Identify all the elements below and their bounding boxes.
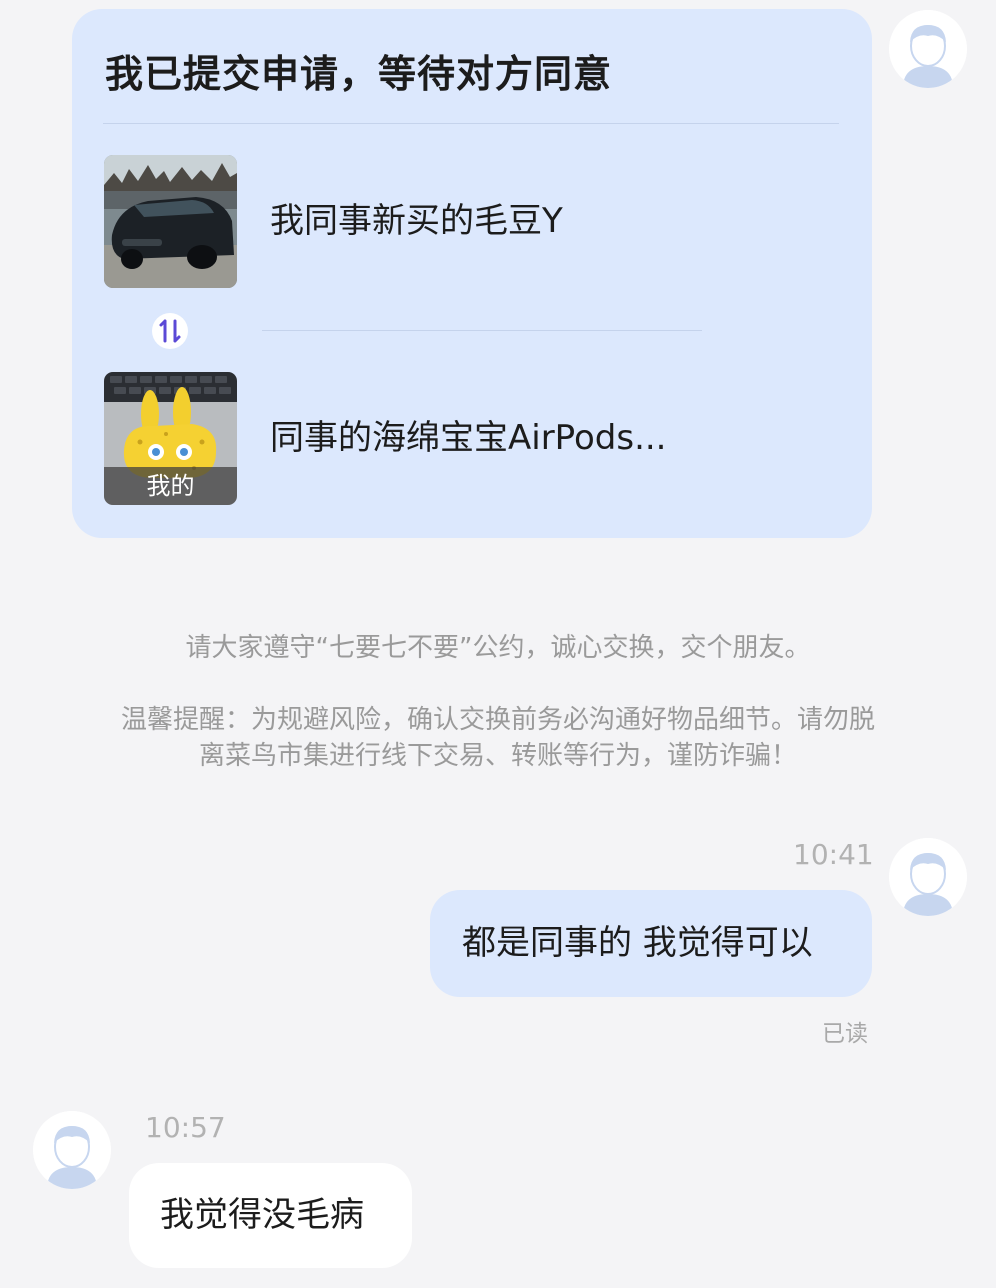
- safety-reminder-line2: 离菜鸟市集进行线下交易、转账等行为，谨防诈骗！: [198, 741, 797, 771]
- exchange-request-card[interactable]: 我已提交申请，等待对方同意 我同事新买的毛豆Y 我的 同事的海绵宝宝AirPod…: [72, 9, 872, 538]
- card-divider: [103, 123, 839, 124]
- message-timestamp: 10:41: [793, 838, 874, 871]
- user-avatar-icon: [33, 1111, 111, 1189]
- their-item-title[interactable]: 我同事新买的毛豆Y: [270, 193, 563, 242]
- my-item-title[interactable]: 同事的海绵宝宝AirPods...: [270, 410, 667, 459]
- contact-avatar[interactable]: [33, 1111, 111, 1189]
- card-title: 我已提交申请，等待对方同意: [105, 52, 613, 96]
- my-item-thumbnail[interactable]: 我的: [104, 372, 237, 505]
- pledge-notice: 请大家遵守“七要七不要”公约，诚心交换，交个朋友。: [185, 633, 811, 663]
- user-avatar-icon: [889, 10, 967, 88]
- my-avatar[interactable]: [889, 10, 967, 88]
- message-timestamp: 10:57: [145, 1111, 226, 1144]
- incoming-message-bubble[interactable]: 我觉得没毛病: [129, 1163, 412, 1268]
- their-item-thumbnail[interactable]: [104, 155, 237, 288]
- car-photo-icon: [104, 155, 237, 288]
- outgoing-message-bubble[interactable]: 都是同事的 我觉得可以: [430, 890, 872, 997]
- swap-arrows-icon: [152, 313, 188, 349]
- safety-reminder-line1: 温馨提醒：为规避风险，确认交换前务必沟通好物品细节。请勿脱: [120, 705, 875, 735]
- item-divider: [262, 330, 702, 331]
- user-avatar-icon: [889, 838, 967, 916]
- mine-badge: 我的: [104, 467, 237, 505]
- read-status: 已读: [822, 1021, 868, 1047]
- my-avatar[interactable]: [889, 838, 967, 916]
